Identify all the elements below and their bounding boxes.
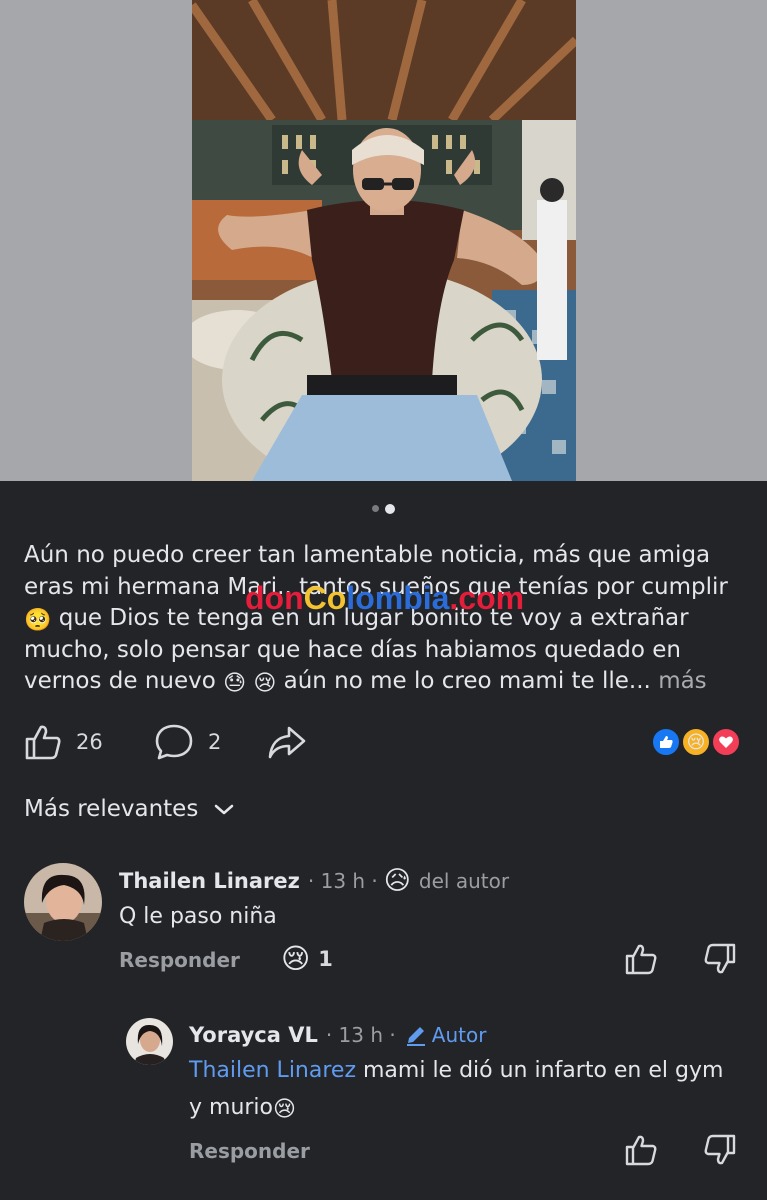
thumbs-up-icon — [25, 725, 61, 760]
crying-face-icon: 😢 — [281, 942, 311, 975]
comment-reaction-count[interactable]: 😢 1 — [281, 942, 333, 976]
comment-footer: Responder — [119, 945, 240, 975]
commenter-name[interactable]: Yorayca VL — [189, 1023, 318, 1047]
avatar[interactable] — [126, 1018, 173, 1065]
avatar[interactable] — [24, 863, 102, 941]
commenter-name[interactable]: Thailen Linarez — [119, 869, 300, 893]
crying-face-icon: 😢 — [253, 671, 277, 696]
see-more-link[interactable]: más — [658, 668, 706, 694]
caption-text: Aún no puedo creer tan lamentable notici… — [24, 542, 728, 600]
mention-link[interactable]: Thailen Linarez — [189, 1058, 356, 1083]
caption-text-3: aún no me lo creo mami te lle... — [276, 668, 651, 694]
reply-button[interactable]: Responder — [189, 1139, 310, 1163]
thumbs-up-icon — [625, 1135, 657, 1166]
comment-header: Yorayca VL · 13 h · Autor — [189, 1020, 486, 1050]
share-arrow-icon — [268, 726, 306, 759]
sad-reaction-icon: 😥 — [383, 866, 411, 896]
photo-carousel[interactable] — [0, 0, 767, 481]
thumbs-up-icon — [625, 944, 657, 975]
comment-text: Q le paso niña — [119, 903, 277, 929]
sad-reaction-icon: 😢 — [681, 727, 711, 757]
comment-sort-dropdown[interactable]: Más relevantes — [24, 796, 236, 822]
share-button[interactable] — [267, 722, 307, 762]
thumbs-down-icon — [704, 1134, 736, 1165]
comment-header: Thailen Linarez · 13 h · 😥 del autor — [119, 866, 509, 896]
comment-upvote-button[interactable] — [624, 943, 658, 979]
comment-time: · 13 h · — [325, 1023, 396, 1047]
thumbs-down-icon — [704, 943, 736, 974]
post-photo[interactable] — [192, 0, 576, 481]
love-reaction-icon — [711, 727, 741, 757]
like-reaction-icon — [651, 727, 681, 757]
sort-label: Más relevantes — [24, 796, 199, 822]
carousel-dot[interactable] — [372, 505, 379, 512]
author-badge: Autor — [431, 1023, 487, 1047]
like-count: 26 — [76, 730, 103, 754]
like-button[interactable]: 26 — [24, 722, 103, 762]
comment-count: 2 — [208, 730, 222, 754]
comment-footer: Responder — [189, 1136, 310, 1166]
carousel-dot-active[interactable] — [385, 503, 395, 514]
comment-downvote-button[interactable] — [703, 1134, 737, 1170]
post-action-bar: 26 2 😢 — [24, 722, 743, 762]
author-reaction-label: del autor — [418, 869, 510, 893]
post-caption: Aún no puedo creer tan lamentable notici… — [24, 540, 749, 698]
comment-bubble-icon — [155, 724, 193, 760]
comment-body: Q le paso niña — [119, 901, 277, 931]
reaction-count: 1 — [318, 947, 333, 971]
crying-face-icon: 😢 — [273, 1097, 296, 1122]
reply-button[interactable]: Responder — [119, 948, 240, 972]
comment-time: · 13 h · — [307, 869, 378, 893]
chevron-down-icon — [215, 804, 234, 815]
pleading-face-icon: 🥺 — [24, 608, 52, 633]
comment-downvote-button[interactable] — [703, 943, 737, 979]
reaction-summary[interactable]: 😢 — [651, 727, 743, 757]
comment-upvote-button[interactable] — [624, 1134, 658, 1170]
pencil-icon — [406, 1027, 425, 1046]
carousel-indicator — [0, 498, 767, 514]
comment-body: Thailen Linarez mami le dió un infarto e… — [189, 1052, 729, 1126]
comment-button[interactable]: 2 — [154, 722, 221, 762]
sweat-face-icon: 😓 — [223, 671, 247, 696]
